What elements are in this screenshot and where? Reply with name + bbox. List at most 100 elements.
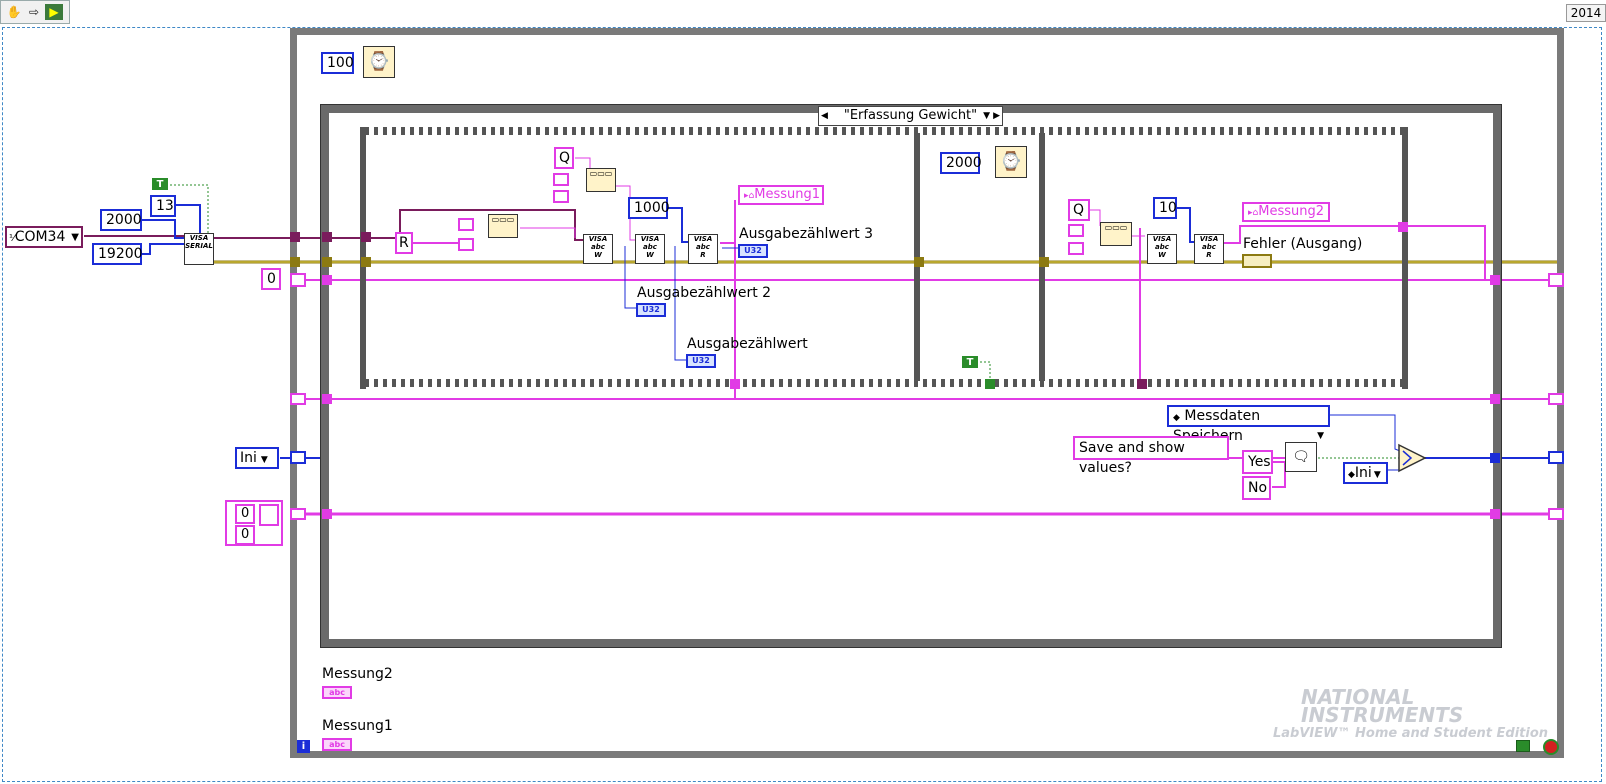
seq-tunnel-out bbox=[1398, 222, 1408, 232]
indicator-ausgabe: U32 bbox=[686, 354, 716, 368]
string-tunnel-out-3 bbox=[1490, 509, 1500, 519]
shift-register-right-1[interactable] bbox=[1548, 273, 1564, 287]
string-const-small-2[interactable] bbox=[553, 190, 569, 203]
enum-icon: ◆ bbox=[1348, 470, 1355, 480]
q-constant[interactable]: Q bbox=[554, 147, 574, 169]
label-fehler: Fehler (Ausgang) bbox=[1243, 236, 1363, 252]
shift-init-constant[interactable]: 0 bbox=[261, 268, 281, 290]
dropdown-arrow-icon[interactable]: ▼ bbox=[71, 229, 79, 247]
bytes-1000-constant[interactable]: 1000 bbox=[628, 197, 670, 219]
no-constant[interactable]: No bbox=[1242, 476, 1271, 500]
visa-write-node-2[interactable]: VISA abc W bbox=[635, 234, 665, 264]
baud-constant[interactable]: 19200 bbox=[92, 243, 143, 265]
seq-tunnel-messung1 bbox=[730, 379, 740, 389]
string-tunnel-2 bbox=[322, 394, 332, 404]
string-const-small-6[interactable] bbox=[1068, 242, 1084, 255]
wait-icon[interactable]: ⌚ bbox=[995, 146, 1027, 178]
ini-enum-right[interactable]: ◆Ini ▼ bbox=[1343, 462, 1388, 484]
decrement-arrow-icon[interactable]: ◀ bbox=[821, 107, 828, 125]
dropdown-arrow-icon[interactable]: ▼ bbox=[261, 455, 268, 465]
case-selector[interactable]: ◀ "Erfassung Gewicht" ▼ ▶ bbox=[818, 106, 1003, 126]
array-constant[interactable]: 0 0 bbox=[225, 500, 283, 546]
string-const-small-1[interactable] bbox=[553, 173, 569, 186]
wait-icon[interactable]: ⌚ bbox=[363, 46, 395, 78]
seq-tunnel-messung2 bbox=[1137, 379, 1147, 389]
label-messung1: Messung1 bbox=[322, 718, 393, 734]
shift-register-left-2[interactable] bbox=[290, 393, 306, 405]
enum-icon: ◆ bbox=[1173, 413, 1180, 423]
true-constant-frame2[interactable]: T bbox=[962, 356, 978, 368]
string-tunnel-3 bbox=[322, 509, 332, 519]
string-tunnel-out-1 bbox=[1490, 275, 1500, 285]
indicator-ausgabe3: U32 bbox=[738, 244, 768, 258]
local-messung1[interactable]: ▸⌂Messung1 bbox=[738, 185, 824, 205]
array-element-box bbox=[259, 504, 279, 526]
array-value-1[interactable]: 0 bbox=[235, 525, 255, 545]
dialog-message-constant[interactable]: Save and show values? bbox=[1073, 436, 1229, 476]
ni-brand-bottom: INSTRUMENTS bbox=[1301, 703, 1464, 727]
concat-strings-node-3[interactable]: ▭▭▭ bbox=[1100, 222, 1132, 246]
label-ausgabe2: Ausgabezählwert 2 bbox=[637, 285, 772, 301]
ini-enum-left[interactable]: Ini ▼ bbox=[235, 447, 279, 469]
error-indicator bbox=[1242, 254, 1272, 268]
visa-read-node[interactable]: VISA abc R bbox=[688, 234, 718, 264]
string-const-small-5[interactable] bbox=[1068, 224, 1084, 237]
iteration-terminal: i bbox=[297, 740, 310, 753]
visa-tunnel-seq bbox=[361, 232, 371, 242]
yes-constant[interactable]: Yes bbox=[1242, 450, 1273, 474]
error-tunnel-seq bbox=[361, 257, 371, 267]
stop-true-constant[interactable] bbox=[1516, 740, 1530, 752]
wait-ms-constant[interactable]: 100 bbox=[321, 52, 354, 74]
increment-arrow-icon[interactable]: ▶ bbox=[993, 107, 1000, 125]
error-tunnel bbox=[290, 257, 300, 267]
dropdown-arrow-icon[interactable]: ▼ bbox=[983, 107, 990, 125]
label-ausgabe3: Ausgabezählwert 3 bbox=[739, 226, 874, 242]
bytes-10-constant[interactable]: 10 bbox=[1153, 197, 1177, 219]
visa-serial-node[interactable]: VISA SERIAL bbox=[184, 233, 214, 265]
concat-strings-node[interactable]: ▭▭▭ bbox=[586, 168, 616, 192]
indicator-messung1: abc bbox=[322, 738, 352, 751]
wait-2000-constant[interactable]: 2000 bbox=[940, 152, 982, 174]
timeout-constant[interactable]: 2000 bbox=[100, 209, 142, 231]
visa-write-node-1[interactable]: VISA abc W bbox=[583, 234, 613, 264]
dropdown-arrow-icon[interactable]: ▼ bbox=[1317, 427, 1324, 445]
indicator-messung2: abc bbox=[322, 686, 352, 699]
string-const-small-4[interactable] bbox=[458, 238, 474, 251]
local-variable-icon: ▸⌂ bbox=[744, 191, 755, 201]
error-tunnel-frame2 bbox=[914, 257, 924, 267]
concat-strings-node-2[interactable]: ▭▭▭ bbox=[488, 214, 518, 238]
two-button-dialog-node[interactable]: 🗨 bbox=[1285, 442, 1317, 472]
stop-terminal[interactable] bbox=[1543, 739, 1559, 755]
seq-tunnel-bool bbox=[985, 379, 995, 389]
label-ausgabe: Ausgabezählwert bbox=[687, 336, 808, 352]
shift-register-left-4[interactable] bbox=[290, 508, 306, 520]
data-bits-constant[interactable]: 13 bbox=[150, 195, 176, 217]
dropdown-arrow-icon[interactable]: ▼ bbox=[1374, 470, 1381, 480]
visa-tunnel bbox=[290, 232, 300, 242]
shift-register-right-3[interactable] bbox=[1548, 451, 1564, 464]
r-constant[interactable]: R bbox=[395, 232, 413, 254]
messdaten-enum[interactable]: ◆ Messdaten Speichern ▼ bbox=[1167, 405, 1330, 444]
error-tunnel-frame3 bbox=[1039, 257, 1049, 267]
array-value-0[interactable]: 0 bbox=[235, 504, 255, 524]
shift-register-right-2[interactable] bbox=[1548, 393, 1564, 405]
select-node[interactable] bbox=[1397, 443, 1427, 473]
visa-read-node-2[interactable]: VISA abc R bbox=[1194, 234, 1224, 264]
string-tunnel-1 bbox=[322, 275, 332, 285]
label-messung2: Messung2 bbox=[322, 666, 393, 682]
shift-register-right-4[interactable] bbox=[1548, 508, 1564, 520]
local-messung2[interactable]: ▸⌂Messung2 bbox=[1242, 202, 1330, 222]
local-variable-icon: ▸⌂ bbox=[1248, 208, 1259, 218]
string-const-small-3[interactable] bbox=[458, 218, 474, 231]
com-port-control[interactable]: ⅟COM34 ▼ bbox=[5, 226, 83, 248]
shift-register-left-1[interactable] bbox=[290, 273, 306, 287]
ni-edition: LabVIEW™ Home and Student Edition bbox=[1273, 726, 1549, 741]
q-constant-frame3[interactable]: Q bbox=[1068, 199, 1090, 221]
true-constant[interactable]: T bbox=[152, 178, 168, 190]
string-tunnel-out-2 bbox=[1490, 394, 1500, 404]
ni-watermark: NATIONAL INSTRUMENTS LabVIEW™ Home and S… bbox=[1253, 687, 1549, 744]
shift-register-left-3[interactable] bbox=[290, 451, 306, 464]
enum-tunnel-out bbox=[1490, 453, 1500, 463]
visa-write-node-3[interactable]: VISA abc W bbox=[1147, 234, 1177, 264]
indicator-ausgabe2: U32 bbox=[636, 303, 666, 317]
